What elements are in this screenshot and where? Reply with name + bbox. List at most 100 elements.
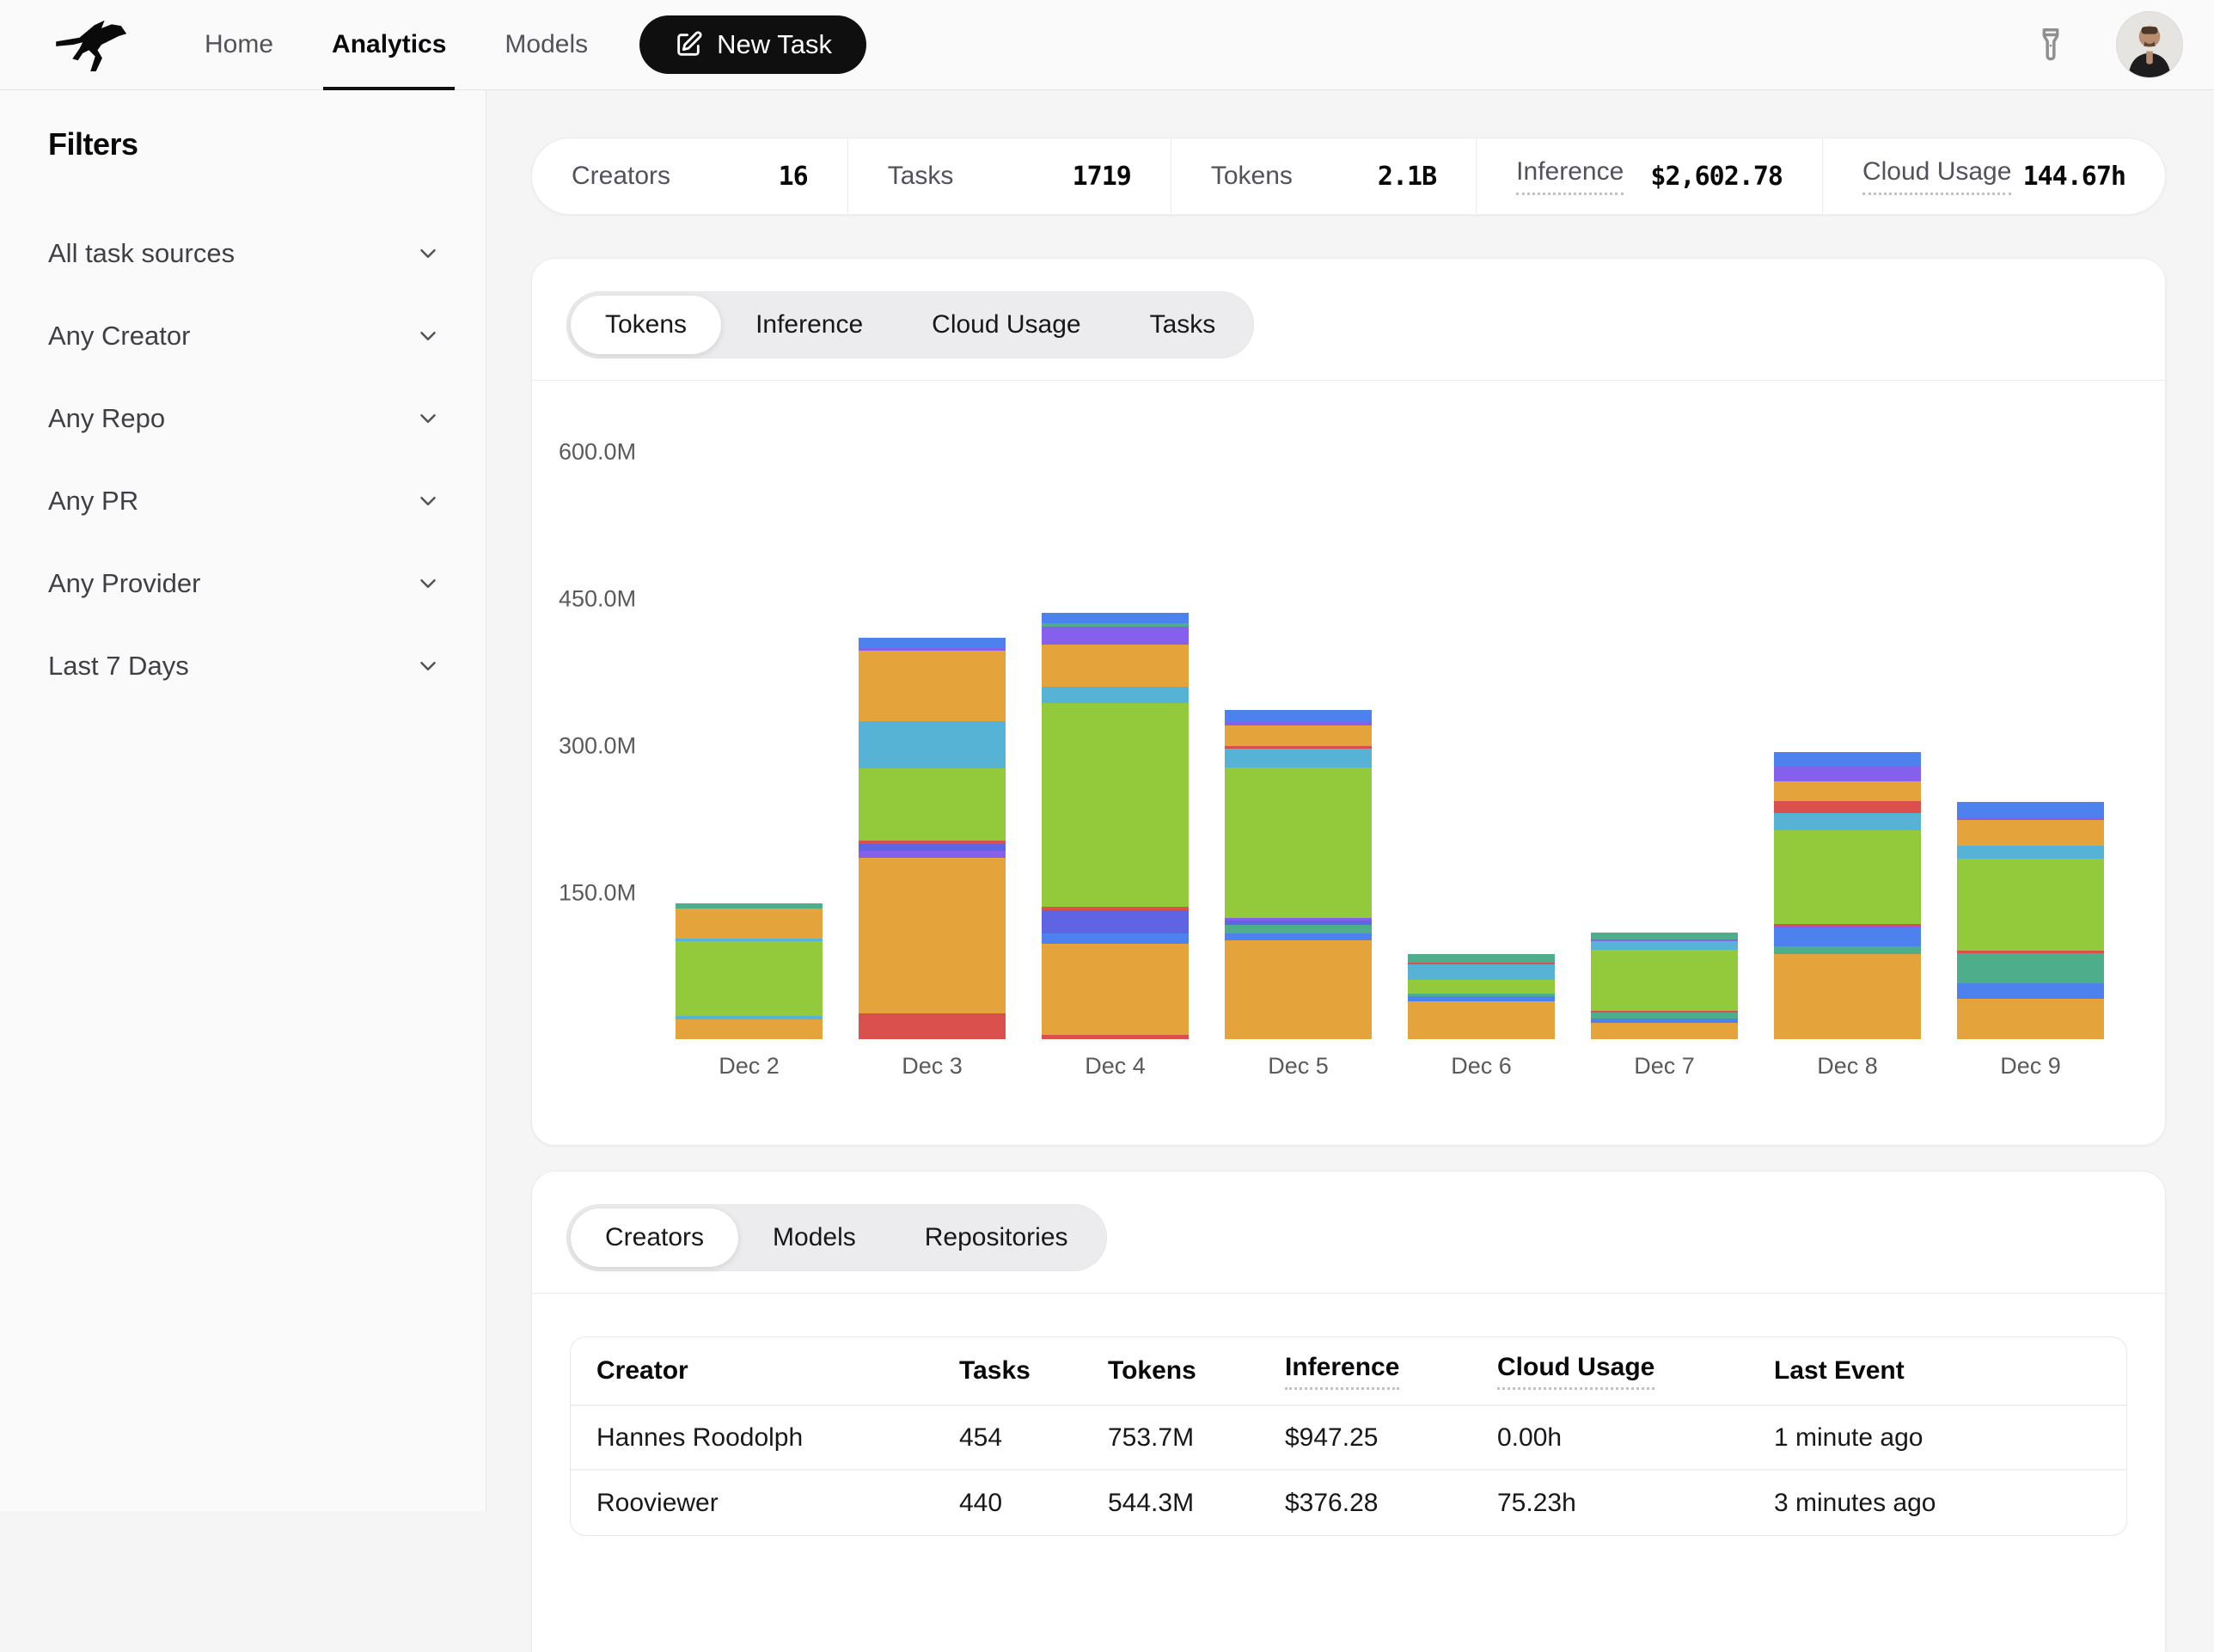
bar-segment-sky[interactable] bbox=[859, 721, 1006, 768]
bar-dec-9[interactable] bbox=[1957, 802, 2104, 1039]
bar-segment-teal[interactable] bbox=[1774, 946, 1921, 954]
filter-last-7-days[interactable]: Last 7 Days bbox=[48, 625, 441, 707]
filter-any-provider[interactable]: Any Provider bbox=[48, 542, 441, 625]
x-axis-label: Dec 4 bbox=[1042, 1053, 1189, 1080]
stat-tokens[interactable]: Tokens2.1B bbox=[1171, 138, 1476, 214]
bar-segment-orange[interactable] bbox=[1225, 725, 1372, 746]
chevron-down-icon bbox=[415, 488, 441, 514]
x-axis-label: Dec 5 bbox=[1225, 1053, 1372, 1080]
bar-segment-purple[interactable] bbox=[1042, 627, 1189, 645]
stat-creators[interactable]: Creators16 bbox=[532, 138, 847, 214]
bar-segment-sky[interactable] bbox=[1225, 749, 1372, 768]
bar-segment-orange[interactable] bbox=[1591, 1023, 1738, 1039]
bar-segment-indigo[interactable] bbox=[859, 844, 1006, 851]
bar-segment-blue[interactable] bbox=[859, 638, 1006, 649]
bar-segment-blue[interactable] bbox=[1957, 983, 2104, 999]
bar-segment-red[interactable] bbox=[1774, 801, 1921, 813]
bar-dec-7[interactable] bbox=[1591, 933, 1738, 1039]
nav-item-models[interactable]: Models bbox=[475, 0, 617, 89]
bar-segment-sky[interactable] bbox=[1774, 813, 1921, 831]
stat-inference[interactable]: Inference$2,602.78 bbox=[1476, 138, 1822, 214]
kangaroo-logo-icon[interactable] bbox=[45, 6, 141, 83]
table-row-hannes-roodolph[interactable]: Hannes Roodolph454753.7M$947.250.00h1 mi… bbox=[571, 1406, 2126, 1471]
cell-tasks: 454 bbox=[959, 1423, 1108, 1453]
bar-segment-blue[interactable] bbox=[1042, 933, 1189, 945]
flashlight-icon[interactable] bbox=[2028, 21, 2073, 69]
bar-segment-orange[interactable] bbox=[1957, 999, 2104, 1039]
bar-segment-indigo[interactable] bbox=[1042, 910, 1189, 933]
breakdown-tab-repositories[interactable]: Repositories bbox=[890, 1208, 1103, 1267]
bar-segment-blue[interactable] bbox=[1225, 710, 1372, 723]
bar-segment-blue[interactable] bbox=[1042, 613, 1189, 622]
bar-segment-orange[interactable] bbox=[1408, 1001, 1555, 1039]
filter-any-creator[interactable]: Any Creator bbox=[48, 295, 441, 377]
bar-segment-sky[interactable] bbox=[1591, 941, 1738, 950]
bar-segment-teal[interactable] bbox=[1408, 954, 1555, 962]
column-header-cloud-usage[interactable]: Cloud Usage bbox=[1497, 1353, 1774, 1390]
bar-segment-green[interactable] bbox=[1774, 830, 1921, 923]
filter-any-repo[interactable]: Any Repo bbox=[48, 377, 441, 460]
bar-segment-orange[interactable] bbox=[676, 1019, 823, 1039]
bar-segment-teal[interactable] bbox=[1957, 953, 2104, 983]
chart-tab-cloud-usage[interactable]: Cloud Usage bbox=[897, 296, 1115, 354]
bar-segment-green[interactable] bbox=[1225, 768, 1372, 917]
bar-segment-orange[interactable] bbox=[676, 909, 823, 938]
bar-segment-green[interactable] bbox=[1408, 980, 1555, 994]
bar-segment-orange[interactable] bbox=[1774, 781, 1921, 801]
bar-segment-green[interactable] bbox=[676, 941, 823, 1016]
bar-segment-teal[interactable] bbox=[676, 903, 823, 909]
bar-segment-blue[interactable] bbox=[1774, 752, 1921, 767]
bar-segment-green[interactable] bbox=[1957, 859, 2104, 951]
breakdown-tab-models[interactable]: Models bbox=[738, 1208, 890, 1267]
bar-segment-red[interactable] bbox=[859, 1013, 1006, 1039]
filter-all-task-sources[interactable]: All task sources bbox=[48, 212, 441, 295]
bar-segment-orange[interactable] bbox=[859, 858, 1006, 1013]
bar-segment-teal[interactable] bbox=[1225, 925, 1372, 933]
stat-tasks[interactable]: Tasks1719 bbox=[847, 138, 1171, 214]
filters-title: Filters bbox=[48, 126, 441, 162]
stat-cloud-usage[interactable]: Cloud Usage144.67h bbox=[1822, 138, 2165, 214]
bar-segment-orange[interactable] bbox=[1225, 940, 1372, 1039]
bar-segment-green[interactable] bbox=[1591, 950, 1738, 1011]
cell-cloud-usage: 75.23h bbox=[1497, 1489, 1774, 1518]
bar-segment-purple[interactable] bbox=[1774, 767, 1921, 781]
bar-segment-orange[interactable] bbox=[1957, 820, 2104, 847]
summary-stats-bar: Creators16Tasks1719Tokens2.1BInference$2… bbox=[531, 138, 2166, 215]
bar-segment-orange[interactable] bbox=[859, 651, 1006, 721]
bar-segment-orange[interactable] bbox=[1042, 944, 1189, 1035]
nav-item-home[interactable]: Home bbox=[175, 0, 303, 89]
bar-dec-5[interactable] bbox=[1225, 710, 1372, 1040]
bar-dec-6[interactable] bbox=[1408, 954, 1555, 1039]
bar-segment-orange[interactable] bbox=[1774, 954, 1921, 1039]
filter-any-pr[interactable]: Any PR bbox=[48, 460, 441, 542]
column-header-inference[interactable]: Inference bbox=[1285, 1353, 1497, 1390]
user-avatar[interactable] bbox=[2116, 11, 2183, 78]
nav-item-analytics[interactable]: Analytics bbox=[303, 0, 475, 89]
bar-segment-sky[interactable] bbox=[1408, 964, 1555, 980]
bar-dec-8[interactable] bbox=[1774, 752, 1921, 1039]
bar-segment-red[interactable] bbox=[1042, 1035, 1189, 1039]
bar-segment-blue[interactable] bbox=[1225, 933, 1372, 940]
chart-tab-inference[interactable]: Inference bbox=[721, 296, 897, 354]
bar-segment-blue[interactable] bbox=[1957, 802, 2104, 817]
bar-segment-teal[interactable] bbox=[1591, 1013, 1738, 1019]
breakdown-tab-creators[interactable]: Creators bbox=[571, 1208, 738, 1267]
bar-segment-purple[interactable] bbox=[859, 851, 1006, 858]
new-task-button[interactable]: New Task bbox=[639, 15, 866, 74]
chevron-down-icon bbox=[415, 653, 441, 679]
bar-dec-3[interactable] bbox=[859, 638, 1006, 1039]
bar-dec-4[interactable] bbox=[1042, 613, 1189, 1039]
bar-segment-sky[interactable] bbox=[1957, 846, 2104, 859]
bar-segment-sky[interactable] bbox=[1042, 687, 1189, 703]
bar-segment-green[interactable] bbox=[1042, 703, 1189, 907]
table-row-rooviewer[interactable]: Rooviewer440544.3M$376.2875.23h3 minutes… bbox=[571, 1471, 2126, 1535]
bar-segment-green[interactable] bbox=[859, 768, 1006, 841]
bar-segment-blue[interactable] bbox=[1774, 928, 1921, 946]
chart-tab-tasks[interactable]: Tasks bbox=[1116, 296, 1251, 354]
breakdown-card: CreatorsModelsRepositories CreatorTasksT… bbox=[531, 1171, 2166, 1652]
x-axis-label: Dec 9 bbox=[1957, 1053, 2104, 1080]
bar-dec-2[interactable] bbox=[676, 903, 823, 1039]
chart-tab-tokens[interactable]: Tokens bbox=[571, 296, 721, 354]
bar-segment-orange[interactable] bbox=[1042, 645, 1189, 687]
bar-segment-teal[interactable] bbox=[1591, 933, 1738, 939]
